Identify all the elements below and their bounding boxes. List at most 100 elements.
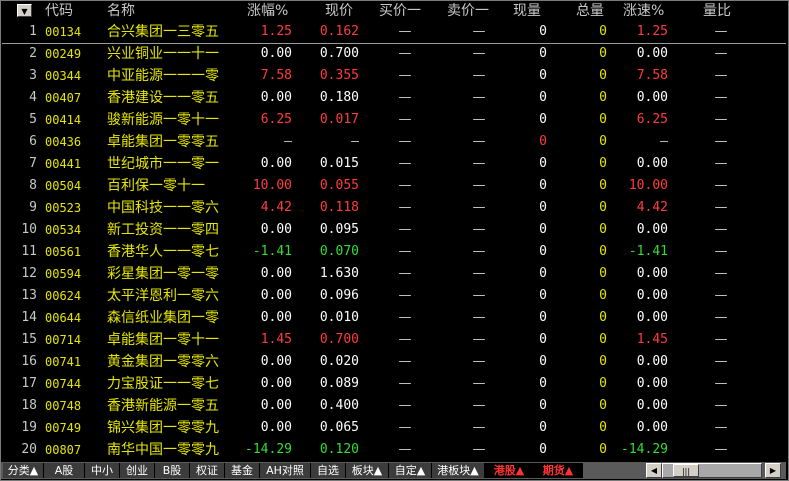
tab-7[interactable]: AH对照: [260, 463, 311, 478]
bid-price: —: [398, 442, 412, 457]
row-index: 9: [29, 200, 37, 215]
tab-12[interactable]: 港股▲: [485, 463, 534, 478]
tab-scrollbar-thumb[interactable]: |||: [673, 464, 699, 477]
ask-price: —: [472, 68, 486, 83]
volume-ratio: —: [714, 156, 728, 171]
total-volume: 0: [599, 244, 607, 259]
tab-8[interactable]: 自选: [311, 463, 346, 478]
table-row[interactable]: 5 00414 骏新能源一零十一 6.25 0.017 — — 0 0 6.25 —: [1, 109, 786, 131]
tab-4[interactable]: B股: [155, 463, 190, 478]
total-volume: 0: [599, 46, 607, 61]
row-index: 18: [21, 398, 37, 413]
table-row[interactable]: 15 00714 卓能集团一零十一 1.45 0.700 — — 0 0 1.45 —: [1, 329, 786, 351]
table-row[interactable]: 20 00807 南华中国一零零九 -14.29 0.120 — — 0 0 -14.29 —: [1, 439, 786, 461]
stock-code: 00744: [45, 377, 82, 391]
col-header-code[interactable]: 代码: [45, 1, 73, 21]
stock-name: 太平洋恩利一零六: [107, 288, 219, 304]
current-volume: 0: [539, 156, 547, 171]
scroll-right-button[interactable]: ▶: [765, 463, 781, 478]
tab-13[interactable]: 期货▲: [534, 463, 583, 478]
ask-price: —: [472, 24, 486, 39]
col-header-ratio[interactable]: 量比: [703, 1, 731, 21]
table-row[interactable]: 17 00744 力宝股证一一零七 0.00 0.089 — — 0 0 0.00 —: [1, 373, 786, 395]
ask-price: —: [472, 266, 486, 281]
col-header-change[interactable]: 涨幅%: [247, 1, 288, 21]
tab-11[interactable]: 港板块▲: [432, 463, 485, 478]
stock-name: 香港建设一一零五: [107, 90, 219, 106]
col-header-ask[interactable]: 卖价一: [447, 1, 489, 21]
change-percent: 6.25: [260, 112, 292, 127]
tab-5[interactable]: 权证: [190, 463, 225, 478]
tab-scrollbar-track[interactable]: |||: [662, 463, 762, 478]
stock-name: 合兴集团一三零五: [107, 24, 219, 40]
bid-price: —: [398, 222, 412, 237]
volume-ratio: —: [714, 442, 728, 457]
volume-ratio: —: [714, 178, 728, 193]
col-header-speed[interactable]: 涨速%: [623, 1, 664, 21]
current-volume: 0: [539, 112, 547, 127]
table-row[interactable]: 8 00504 百利保一零十一 10.00 0.055 — — 0 0 10.00 —: [1, 175, 786, 197]
table-row[interactable]: 9 00523 中国科技一一零六 4.42 0.118 — — 0 0 4.42 —: [1, 197, 786, 219]
table-row[interactable]: 13 00624 太平洋恩利一零六 0.00 0.096 — — 0 0 0.00 —: [1, 285, 786, 307]
current-volume: 0: [539, 310, 547, 325]
tab-3[interactable]: 创业: [120, 463, 155, 478]
current-price: 0.400: [319, 398, 359, 413]
table-row[interactable]: 7 00441 世纪城市一一零一 0.00 0.015 — — 0 0 0.00 —: [1, 153, 786, 175]
stock-code: 00134: [45, 25, 82, 39]
change-speed: 0.00: [636, 376, 668, 391]
volume-ratio: —: [714, 288, 728, 303]
ask-price: —: [472, 200, 486, 215]
stock-code: 00504: [45, 179, 82, 193]
current-volume: 0: [539, 90, 547, 105]
table-row[interactable]: 1 00134 合兴集团一三零五 1.25 0.162 — — 0 0 1.25 —: [1, 21, 786, 43]
row-index: 6: [29, 134, 37, 149]
change-speed: 10.00: [628, 178, 668, 193]
row-index: 8: [29, 178, 37, 193]
tab-0[interactable]: 分类▲: [3, 463, 44, 478]
row-index: 1: [29, 24, 37, 39]
volume-ratio: —: [714, 354, 728, 369]
tab-1[interactable]: A股: [44, 463, 85, 478]
stock-code: 00414: [45, 113, 82, 127]
col-header-volume[interactable]: 现量: [513, 1, 541, 21]
tab-2[interactable]: 中小: [85, 463, 120, 478]
change-speed: 0.00: [636, 46, 668, 61]
stock-name: 彩星集团一零一零: [107, 266, 219, 282]
table-row[interactable]: 10 00534 新工投资一一零四 0.00 0.095 — — 0 0 0.00 —: [1, 219, 786, 241]
table-row[interactable]: 19 00749 锦兴集团一零零九 0.00 0.065 — — 0 0 0.00 —: [1, 417, 786, 439]
stock-code: 00561: [45, 245, 82, 259]
stock-name: 森信纸业集团一零: [107, 310, 219, 326]
table-row[interactable]: 3 00344 中亚能源一一一零 7.58 0.355 — — 0 0 7.58 —: [1, 65, 786, 87]
col-header-price[interactable]: 现价: [325, 1, 353, 21]
table-row[interactable]: 14 00644 森信纸业集团一零 0.00 0.010 — — 0 0 0.00 —: [1, 307, 786, 329]
total-volume: 0: [599, 398, 607, 413]
sort-menu-button[interactable]: ▼: [17, 4, 32, 17]
scroll-left-button[interactable]: ◀: [646, 463, 662, 478]
tab-6[interactable]: 基金: [225, 463, 260, 478]
col-header-bid[interactable]: 买价一: [379, 1, 421, 21]
row-index: 13: [21, 288, 37, 303]
total-volume: 0: [599, 354, 607, 369]
total-volume: 0: [599, 442, 607, 457]
table-row[interactable]: 2 00249 兴业铜业一一十一 0.00 0.700 — — 0 0 0.00 —: [1, 43, 786, 65]
stock-name: 世纪城市一一零一: [107, 156, 219, 172]
table-row[interactable]: 6 00436 卓能集团一零零五 — — — — 0 0 — —: [1, 131, 786, 153]
current-price: 0.700: [319, 332, 359, 347]
tab-10[interactable]: 自定▲: [389, 463, 432, 478]
table-row[interactable]: 18 00748 香港新能源一零五 0.00 0.400 — — 0 0 0.00 —: [1, 395, 786, 417]
volume-ratio: —: [714, 112, 728, 127]
row-index: 17: [21, 376, 37, 391]
table-row[interactable]: 16 00741 黄金集团一零零六 0.00 0.020 — — 0 0 0.00 —: [1, 351, 786, 373]
total-volume: 0: [599, 222, 607, 237]
current-price: 0.700: [319, 46, 359, 61]
row-index: 3: [29, 68, 37, 83]
col-header-total[interactable]: 总量: [576, 1, 604, 21]
row-index: 15: [21, 332, 37, 347]
tab-9[interactable]: 板块▲: [346, 463, 389, 478]
table-row[interactable]: 4 00407 香港建设一一零五 0.00 0.180 — — 0 0 0.00 —: [1, 87, 786, 109]
col-header-name[interactable]: 名称: [107, 1, 135, 21]
current-volume: 0: [539, 134, 547, 149]
volume-ratio: —: [714, 68, 728, 83]
table-row[interactable]: 12 00594 彩星集团一零一零 0.00 1.630 — — 0 0 0.00 —: [1, 263, 786, 285]
table-row[interactable]: 11 00561 香港华人一一零七 -1.41 0.070 — — 0 0 -1.41 —: [1, 241, 786, 263]
